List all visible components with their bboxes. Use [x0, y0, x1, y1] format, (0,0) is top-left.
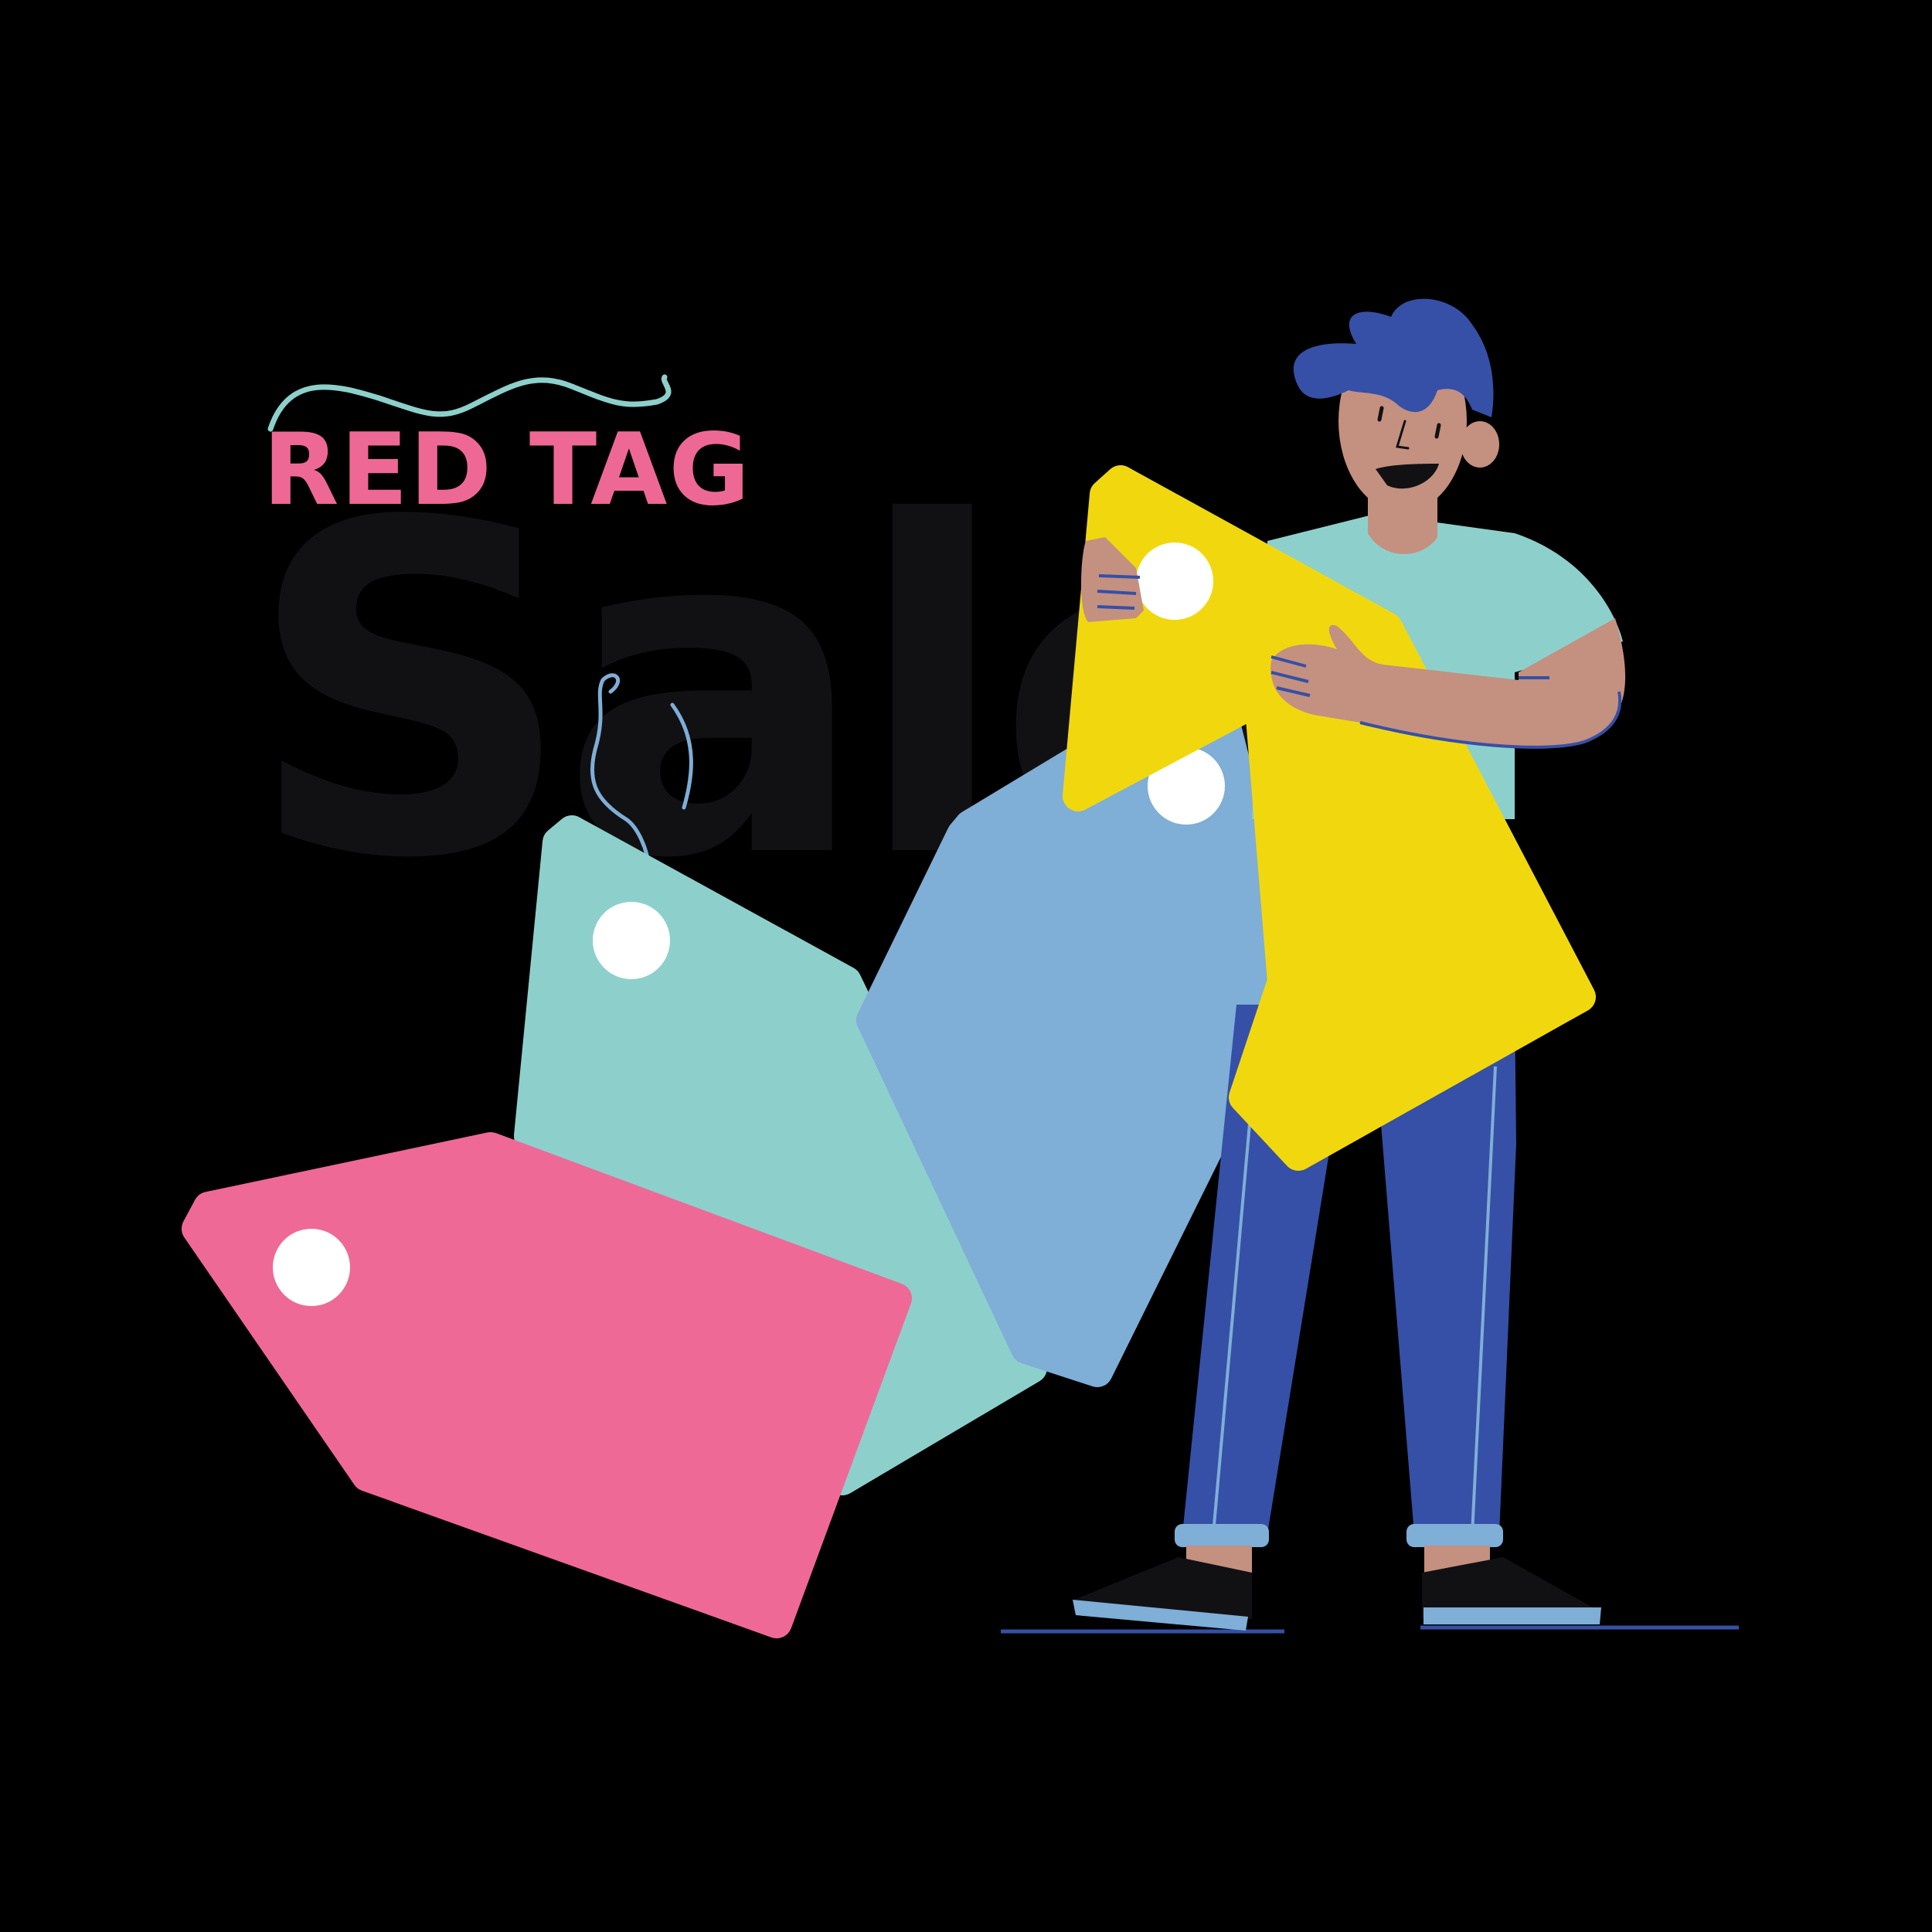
finger-line — [1097, 605, 1135, 610]
finger-line — [1098, 574, 1141, 579]
tag-hole — [593, 902, 670, 979]
pants-cuff — [1175, 1524, 1269, 1547]
eye — [1434, 423, 1441, 439]
tag-hole — [273, 1229, 350, 1306]
pants-cuff — [1406, 1524, 1503, 1547]
shoe-sole — [1423, 1607, 1601, 1624]
tag-hole — [1136, 543, 1213, 620]
sale-illustration: RED TAG Sale — [0, 0, 1932, 1932]
eye — [1377, 406, 1384, 422]
ear — [1461, 421, 1499, 468]
illustration-canvas: RED TAG Sale — [182, 298, 1739, 1638]
